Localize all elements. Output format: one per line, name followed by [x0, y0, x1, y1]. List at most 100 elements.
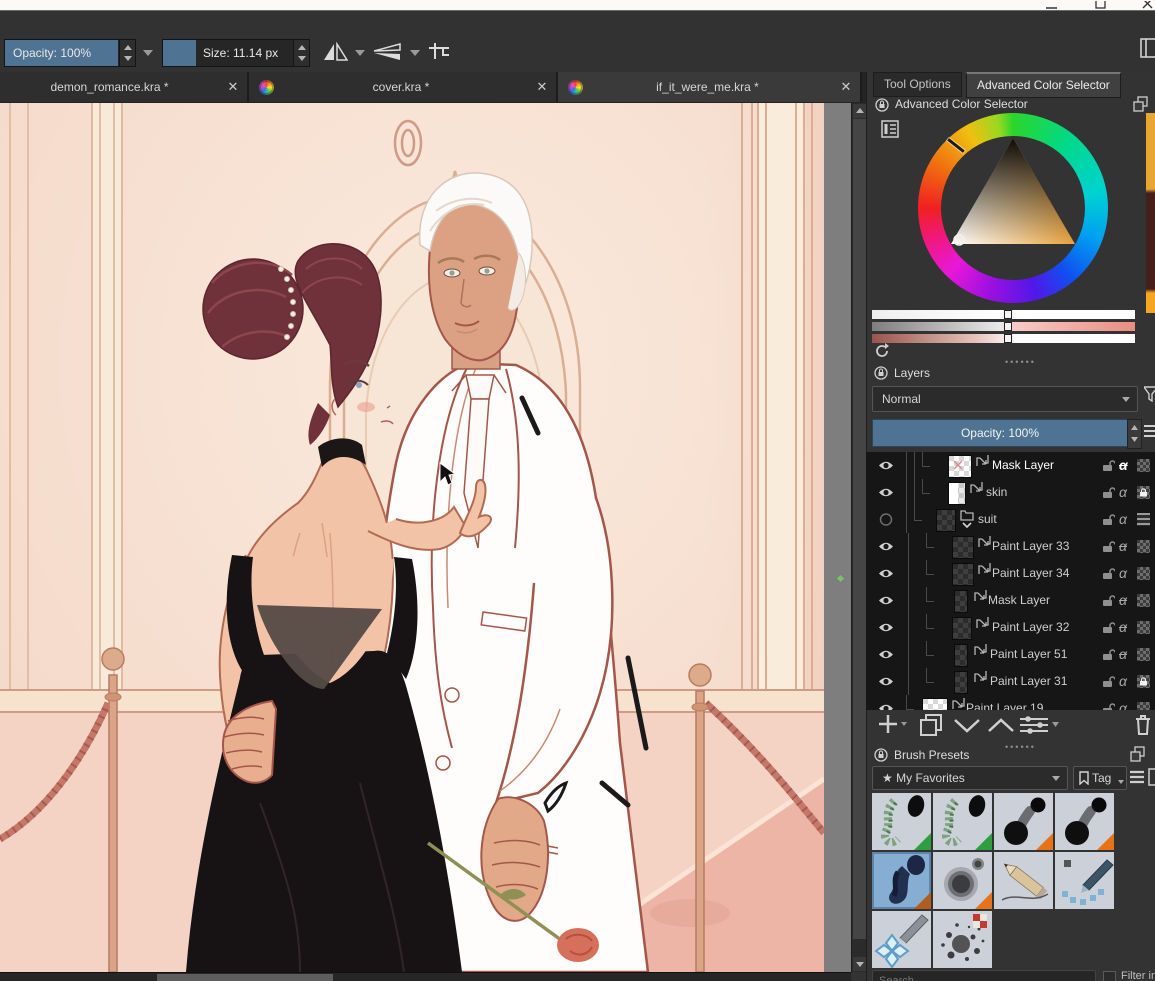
mirror-horizontal-icon[interactable] [322, 42, 350, 62]
visibility-eye-icon[interactable] [878, 459, 894, 472]
mirror-vertical-icon[interactable] [372, 42, 404, 62]
layer-row[interactable]: Paint Layer 32α [866, 614, 1155, 642]
alpha-inherit-icon[interactable]: α [1119, 668, 1127, 695]
alpha-inherit-icon[interactable]: α [1119, 587, 1127, 614]
brush-preset-ink[interactable] [1055, 793, 1114, 850]
layer-thumbnail[interactable] [952, 617, 972, 640]
lightness-handle[interactable] [1004, 310, 1012, 319]
layer-row[interactable]: Paint Layer 51 α [866, 641, 1155, 669]
crop-icon[interactable] [428, 42, 452, 66]
tab-tool-options[interactable]: Tool Options [873, 72, 962, 97]
visibility-eye-icon[interactable] [878, 675, 894, 688]
layer-thumbnail[interactable] [954, 671, 968, 694]
add-layer-button[interactable] [878, 712, 908, 738]
canvas[interactable] [0, 103, 824, 972]
canvas-vertical-scrollbar[interactable] [851, 103, 867, 972]
opacity-spinner[interactable] [119, 40, 135, 66]
tab-if-it-were-me[interactable]: if_it_were_me.kra * ✕ [558, 72, 862, 102]
hue-shade-handle[interactable] [1004, 334, 1012, 343]
layer-name[interactable]: Paint Layer 51 [990, 641, 1067, 668]
saturation-value-triangle[interactable] [941, 136, 1085, 280]
layer-opacity-spinner[interactable] [1127, 419, 1142, 449]
presets-view-icon[interactable] [1148, 768, 1155, 786]
lightness-bar[interactable] [872, 310, 1135, 319]
minimize-icon[interactable] [1045, 1, 1059, 10]
brush-preset-bluepen[interactable] [1055, 852, 1114, 909]
refresh-colors-icon[interactable] [874, 343, 890, 359]
tab-demon-romance[interactable]: demon_romance.kra * ✕ [0, 72, 249, 102]
alpha-lock-swatch-icon[interactable] [1137, 594, 1150, 607]
alpha-inherit-icon[interactable]: α [1119, 695, 1127, 710]
alpha-lock-swatch-icon[interactable] [1137, 540, 1150, 553]
layer-thumbnail[interactable] [936, 509, 956, 532]
layer-menu-icon[interactable] [1144, 424, 1155, 440]
close-icon[interactable] [1141, 1, 1155, 10]
alpha-lock-swatch-icon[interactable] [1137, 567, 1150, 580]
visibility-eye-icon[interactable] [878, 648, 894, 661]
selector-settings-icon[interactable] [881, 120, 899, 138]
visibility-eye-icon[interactable] [878, 702, 894, 710]
layer-lock-icon[interactable] [1102, 703, 1115, 710]
mirror-horizontal-dropdown-icon[interactable] [355, 50, 365, 56]
visibility-eye-icon[interactable] [878, 567, 894, 580]
tab-advanced-color-selector[interactable]: Advanced Color Selector [966, 72, 1121, 98]
maximize-icon[interactable] [1094, 1, 1108, 10]
layer-thumbnail[interactable] [954, 644, 968, 667]
layer-thumbnail[interactable] [948, 482, 966, 505]
brush-preset-moss[interactable] [933, 793, 992, 850]
alpha-inherit-icon[interactable]: α [1119, 560, 1127, 587]
visibility-eye-icon[interactable] [878, 513, 894, 526]
layer-name[interactable]: Paint Layer 32 [992, 614, 1069, 641]
lock-docker-icon[interactable] [874, 748, 888, 762]
filter-funnel-icon[interactable] [1144, 386, 1155, 402]
alpha-inherit-icon[interactable]: α [1119, 452, 1128, 479]
layer-row[interactable]: Mask Layerα [866, 452, 1155, 480]
layer-thumbnail[interactable] [954, 590, 968, 613]
layer-row[interactable]: suit α [866, 506, 1155, 534]
workspace-chooser-icon[interactable] [1140, 38, 1155, 58]
alpha-lock-swatch-icon[interactable] [1137, 486, 1150, 499]
lock-docker-icon[interactable] [875, 98, 889, 112]
alpha-lock-swatch-icon[interactable] [1137, 459, 1150, 472]
group-folder-icon[interactable] [960, 508, 974, 528]
recent-colors-strip[interactable] [1146, 113, 1155, 313]
layer-thumbnail[interactable] [922, 698, 948, 710]
lock-docker-icon[interactable] [874, 366, 888, 380]
tag-button[interactable]: Tag [1073, 766, 1127, 790]
saturation-handle[interactable] [1004, 322, 1012, 331]
layer-name[interactable]: Paint Layer 19 [966, 695, 1043, 710]
brush-preset-navy[interactable] [872, 852, 931, 909]
layer-row[interactable]: Paint Layer 31α [866, 668, 1155, 696]
tab-close-icon[interactable]: ✕ [219, 79, 247, 95]
alpha-inherit-icon[interactable]: α [1119, 506, 1127, 533]
visibility-eye-icon[interactable] [878, 486, 894, 499]
layer-name[interactable]: Paint Layer 33 [992, 533, 1069, 560]
brush-preset-moss[interactable] [872, 793, 931, 850]
alpha-lock-swatch-icon[interactable] [1137, 621, 1150, 634]
alpha-lock-swatch-icon[interactable] [1137, 513, 1150, 526]
tab-close-icon[interactable]: ✕ [832, 79, 860, 95]
layer-properties-button[interactable] [1018, 712, 1060, 738]
move-layer-up-button[interactable] [986, 712, 1016, 738]
visibility-eye-icon[interactable] [878, 540, 894, 553]
splitter-handle[interactable]: •••••• [1005, 745, 1036, 749]
layer-name[interactable]: suit [978, 506, 997, 533]
hue-shade-bar[interactable] [872, 334, 1135, 343]
tag-filter-dropdown[interactable]: ★ My Favorites [872, 766, 1068, 790]
layer-name[interactable]: Paint Layer 34 [992, 560, 1069, 587]
alpha-lock-swatch-icon[interactable] [1137, 648, 1150, 661]
layer-opacity-slider[interactable]: Opacity: 100% [872, 419, 1128, 447]
alpha-inherit-icon[interactable]: α [1119, 641, 1127, 668]
alpha-inherit-icon[interactable]: α [1119, 533, 1127, 560]
brush-preset-ink[interactable] [994, 793, 1053, 850]
splitter-handle[interactable]: •••••• [1005, 360, 1036, 364]
visibility-eye-icon[interactable] [878, 621, 894, 634]
float-docker-icon[interactable] [1133, 96, 1149, 112]
alpha-lock-swatch-icon[interactable] [1137, 675, 1150, 688]
layer-thumbnail[interactable] [952, 536, 974, 559]
layer-row[interactable]: Paint Layer 33 α [866, 533, 1155, 561]
size-spinner[interactable] [293, 40, 309, 66]
alpha-lock-swatch-icon[interactable] [1137, 702, 1150, 710]
layer-name[interactable]: Mask Layer [988, 587, 1050, 614]
tab-close-icon[interactable]: ✕ [528, 79, 556, 95]
